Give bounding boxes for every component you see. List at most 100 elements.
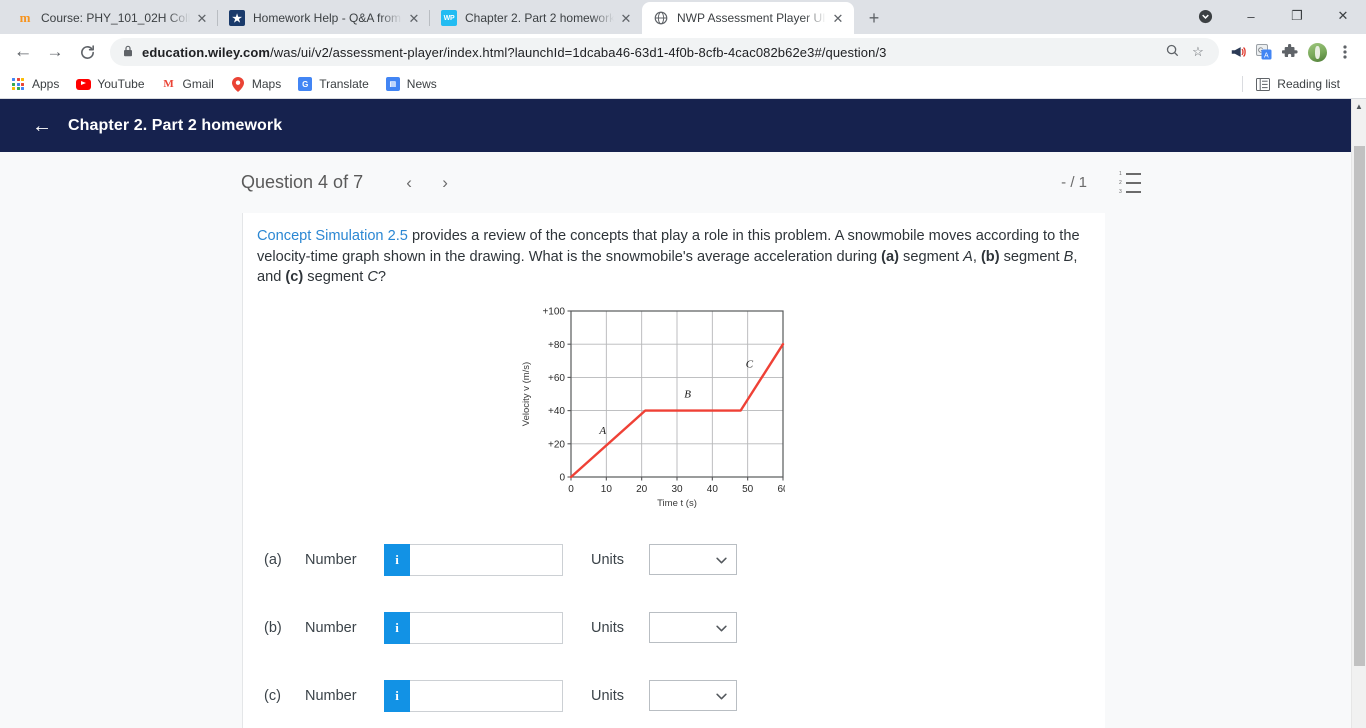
svg-text:+100: +100 bbox=[542, 306, 565, 317]
lock-icon bbox=[123, 45, 133, 60]
url-path: /was/ui/v2/assessment-player/index.html?… bbox=[270, 44, 887, 60]
x-axis-label: Time t (s) bbox=[657, 498, 697, 509]
reload-button[interactable] bbox=[72, 37, 102, 67]
url-domain: education.wiley.com bbox=[142, 44, 271, 60]
svg-text:10: 10 bbox=[601, 484, 613, 495]
score-display: - / 1 bbox=[1061, 174, 1087, 191]
address-bar-url: education.wiley.com/was/ui/v2/assessment… bbox=[142, 45, 1157, 60]
bookmark-maps[interactable]: Maps bbox=[230, 76, 281, 92]
svg-text:+40: +40 bbox=[548, 406, 565, 417]
profile-avatar[interactable] bbox=[1308, 42, 1327, 62]
address-bar[interactable]: education.wiley.com/was/ui/v2/assessment… bbox=[110, 38, 1219, 66]
bookmark-apps[interactable]: Apps bbox=[10, 76, 59, 92]
svg-text:50: 50 bbox=[742, 484, 754, 495]
answer-rows: (a) Number i Units (b) Number i Units (c… bbox=[243, 543, 1105, 712]
svg-text:30: 30 bbox=[671, 484, 683, 495]
inner-scroll-region[interactable] bbox=[1336, 213, 1351, 313]
close-window-button[interactable]: ✕ bbox=[1320, 0, 1366, 32]
bookmark-news[interactable]: ▤ News bbox=[385, 76, 437, 92]
bookmark-label: YouTube bbox=[97, 77, 145, 91]
profile-indicator-icon[interactable] bbox=[1182, 0, 1228, 32]
tab-title: NWP Assessment Player UI Appli bbox=[677, 11, 826, 25]
chevron-down-icon bbox=[716, 689, 727, 703]
translate-icon[interactable]: GA bbox=[1251, 38, 1277, 66]
answer-row-c: (c) Number i Units bbox=[243, 679, 1105, 712]
tab-divider bbox=[853, 10, 854, 26]
velocity-time-graph: 0 +20 +40 +60 +80 +100 0 10 20 30 40 50 60 A B C Velo… bbox=[515, 299, 785, 514]
bookmark-gmail[interactable]: M Gmail bbox=[161, 76, 214, 92]
units-select-b[interactable] bbox=[649, 612, 737, 643]
minimize-button[interactable]: – bbox=[1228, 0, 1274, 32]
answer-row-a: (a) Number i Units bbox=[243, 543, 1105, 576]
bookmark-star-icon[interactable]: ☆ bbox=[1187, 44, 1209, 60]
label-a: (a) bbox=[881, 248, 899, 265]
bookmark-label: News bbox=[406, 77, 437, 91]
units-label-c: Units bbox=[591, 687, 625, 704]
y-axis-label: Velocity v (m/s) bbox=[521, 361, 532, 425]
answer-row-b: (b) Number i Units bbox=[243, 611, 1105, 644]
bookmark-translate[interactable]: G Translate bbox=[297, 76, 369, 92]
scroll-up-arrow-icon[interactable]: ▲ bbox=[1352, 99, 1366, 114]
new-tab-button[interactable]: + bbox=[860, 4, 888, 32]
next-question-button[interactable]: › bbox=[427, 173, 463, 193]
browser-tab-0[interactable]: m Course: PHY_101_02H College Ph ✕ bbox=[6, 2, 218, 34]
browser-tab-1[interactable]: ★ Homework Help - Q&A from Onl ✕ bbox=[218, 2, 430, 34]
maximize-button[interactable]: ❐ bbox=[1274, 0, 1320, 32]
question-bar: Question 4 of 7 ‹ › - / 1 123 bbox=[0, 152, 1351, 213]
search-icon[interactable] bbox=[1161, 44, 1183, 60]
number-input-a[interactable] bbox=[410, 543, 563, 576]
scrollbar-thumb[interactable] bbox=[1354, 146, 1365, 666]
sep-b: , bbox=[972, 248, 981, 265]
page-scrollbar[interactable]: ▲ bbox=[1351, 99, 1366, 728]
page-viewport: ← Chapter 2. Part 2 homework Question 4 … bbox=[0, 99, 1366, 728]
forward-button[interactable]: → bbox=[40, 37, 70, 67]
browser-tab-2[interactable]: WP Chapter 2. Part 2 homework ✕ bbox=[430, 2, 642, 34]
tab-close-icon[interactable]: ✕ bbox=[406, 10, 422, 26]
label-c: (c) bbox=[285, 269, 304, 285]
svg-text:C: C bbox=[746, 358, 754, 370]
number-input-b[interactable] bbox=[410, 611, 563, 644]
info-icon-c[interactable]: i bbox=[384, 679, 410, 712]
units-select-c[interactable] bbox=[649, 680, 737, 711]
previous-question-button[interactable]: ‹ bbox=[391, 173, 427, 193]
svg-text:60: 60 bbox=[777, 484, 785, 495]
bookmark-label: Gmail bbox=[182, 77, 214, 91]
megaphone-icon[interactable] bbox=[1225, 38, 1251, 66]
graph-svg: 0 +20 +40 +60 +80 +100 0 10 20 30 40 50 60 A B C Velo… bbox=[521, 306, 785, 509]
svg-text:0: 0 bbox=[568, 484, 574, 495]
bookmark-youtube[interactable]: YouTube bbox=[75, 76, 145, 92]
units-select-a[interactable] bbox=[649, 544, 737, 575]
extensions-puzzle-icon[interactable] bbox=[1277, 38, 1303, 66]
tab-title: Course: PHY_101_02H College Ph bbox=[41, 11, 190, 25]
units-label-b: Units bbox=[591, 619, 625, 636]
reading-list-label: Reading list bbox=[1277, 77, 1340, 91]
tab-close-icon[interactable]: ✕ bbox=[194, 10, 210, 26]
moodle-icon: m bbox=[19, 10, 31, 25]
bookmark-label: Translate bbox=[319, 77, 369, 91]
back-button[interactable]: ← bbox=[8, 37, 38, 67]
bookmarks-bar: Apps YouTube M Gmail Maps G Translate ▤ … bbox=[0, 70, 1366, 99]
youtube-icon bbox=[75, 76, 91, 92]
back-arrow-icon[interactable]: ← bbox=[32, 116, 52, 136]
chevron-down-icon bbox=[716, 621, 727, 635]
svg-text:+80: +80 bbox=[548, 339, 565, 350]
concept-simulation-link[interactable]: Concept Simulation 2.5 bbox=[257, 228, 408, 244]
tab-close-icon[interactable]: ✕ bbox=[618, 10, 634, 26]
reading-list-button[interactable]: Reading list bbox=[1242, 76, 1340, 92]
answer-label-c: (c) bbox=[264, 687, 281, 704]
svg-text:+60: +60 bbox=[548, 373, 565, 384]
svg-text:40: 40 bbox=[707, 484, 719, 495]
number-input-c[interactable] bbox=[410, 679, 563, 712]
info-icon-b[interactable]: i bbox=[384, 611, 410, 644]
numbered-list-icon[interactable]: 123 bbox=[1119, 171, 1141, 195]
assessment-header: ← Chapter 2. Part 2 homework bbox=[0, 99, 1351, 152]
info-icon-a[interactable]: i bbox=[384, 543, 410, 576]
answer-label-a: (a) bbox=[264, 551, 282, 568]
browser-toolbar: ← → education.wiley.com/was/ui/v2/assess… bbox=[0, 34, 1366, 70]
news-icon: ▤ bbox=[385, 76, 401, 92]
svg-text:+20: +20 bbox=[548, 439, 565, 450]
chrome-menu-icon[interactable] bbox=[1332, 38, 1358, 66]
svg-text:A: A bbox=[1264, 53, 1269, 60]
tab-close-icon[interactable]: ✕ bbox=[830, 10, 846, 26]
browser-tab-3[interactable]: NWP Assessment Player UI Appli ✕ bbox=[642, 2, 854, 34]
